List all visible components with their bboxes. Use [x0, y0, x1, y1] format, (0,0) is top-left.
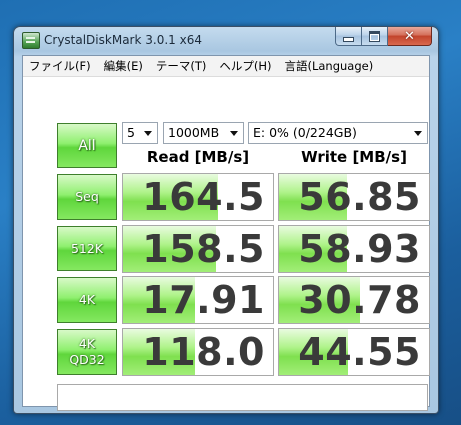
menu-file[interactable]: ファイル(F) — [23, 56, 98, 76]
app-icon[interactable] — [22, 32, 40, 49]
4k-write-value: 30.78 — [298, 278, 421, 322]
run-all-button[interactable]: All — [57, 123, 117, 168]
maximize-button[interactable] — [362, 27, 388, 46]
menu-edit[interactable]: 編集(E) — [98, 56, 150, 76]
4k-qd32-test-button[interactable]: 4K QD32 — [57, 329, 117, 375]
4k-read-value: 17.91 — [142, 278, 265, 322]
benchmark-panel: All 5 1000MB E: 0% (0/224GB) Read [MB/s]… — [23, 77, 430, 411]
512k-read-value: 158.5 — [142, 227, 265, 271]
minimize-button[interactable] — [335, 27, 362, 46]
512k-label: 512K — [70, 240, 104, 256]
menu-language[interactable]: 言語(Language) — [278, 56, 380, 76]
4k-qd32-read-value: 118.0 — [142, 330, 265, 374]
drive-value: E: 0% (0/224GB) — [253, 125, 357, 140]
512k-write-value: 58.93 — [298, 227, 421, 271]
test-size-value: 1000MB — [168, 125, 220, 140]
seq-write-result: 56.85 — [278, 173, 430, 221]
seq-write-value: 56.85 — [298, 175, 421, 219]
chevron-down-icon — [230, 131, 238, 136]
512k-write-result: 58.93 — [278, 225, 430, 273]
caption-buttons: ✕ — [335, 27, 432, 47]
menu-help[interactable]: ヘルプ(H) — [213, 56, 278, 76]
4k-write-result: 30.78 — [278, 276, 430, 324]
4k-qd32-label-line2: QD32 — [69, 352, 105, 367]
seq-label: Seq — [75, 189, 99, 204]
4k-qd32-read-result: 118.0 — [122, 328, 274, 376]
4k-test-button[interactable]: 4K — [57, 277, 117, 323]
client-area: ファイル(F) 編集(E) テーマ(T) ヘルプ(H) 言語(Language)… — [22, 55, 430, 411]
minimize-icon — [343, 37, 354, 42]
drive-select[interactable]: E: 0% (0/224GB) — [248, 122, 428, 144]
chevron-down-icon — [414, 131, 422, 136]
4k-qd32-write-result: 44.55 — [278, 328, 430, 376]
seq-read-value: 164.5 — [142, 175, 265, 219]
menu-theme[interactable]: テーマ(T) — [150, 56, 214, 76]
window-title: CrystalDiskMark 3.0.1 x64 — [44, 33, 202, 47]
app-window: CrystalDiskMark 3.0.1 x64 ✕ ファイル(F) 編集(E… — [13, 26, 439, 414]
test-size-select[interactable]: 1000MB — [163, 122, 244, 144]
4k-qd32-label-line1: 4K — [78, 336, 96, 351]
4k-qd32-write-value: 44.55 — [298, 330, 421, 374]
test-count-select[interactable]: 5 — [122, 122, 158, 144]
512k-test-button[interactable]: 512K — [57, 226, 117, 271]
menu-bar: ファイル(F) 編集(E) テーマ(T) ヘルプ(H) 言語(Language) — [23, 56, 429, 77]
close-icon: ✕ — [404, 28, 415, 44]
run-all-label: All — [78, 137, 96, 154]
maximize-icon — [369, 30, 380, 42]
4k-label: 4K — [78, 292, 96, 307]
test-count-value: 5 — [127, 125, 135, 140]
seq-read-result: 164.5 — [122, 173, 274, 221]
write-column-header: Write [MB/s] — [301, 148, 407, 166]
512k-read-result: 158.5 — [122, 225, 274, 273]
4k-read-result: 17.91 — [122, 276, 274, 324]
chevron-down-icon — [144, 131, 152, 136]
close-button[interactable]: ✕ — [388, 27, 432, 46]
read-column-header: Read [MB/s] — [146, 148, 250, 166]
comment-input[interactable] — [57, 384, 428, 411]
title-bar[interactable]: CrystalDiskMark 3.0.1 x64 ✕ — [14, 27, 438, 55]
seq-test-button[interactable]: Seq — [57, 174, 117, 220]
